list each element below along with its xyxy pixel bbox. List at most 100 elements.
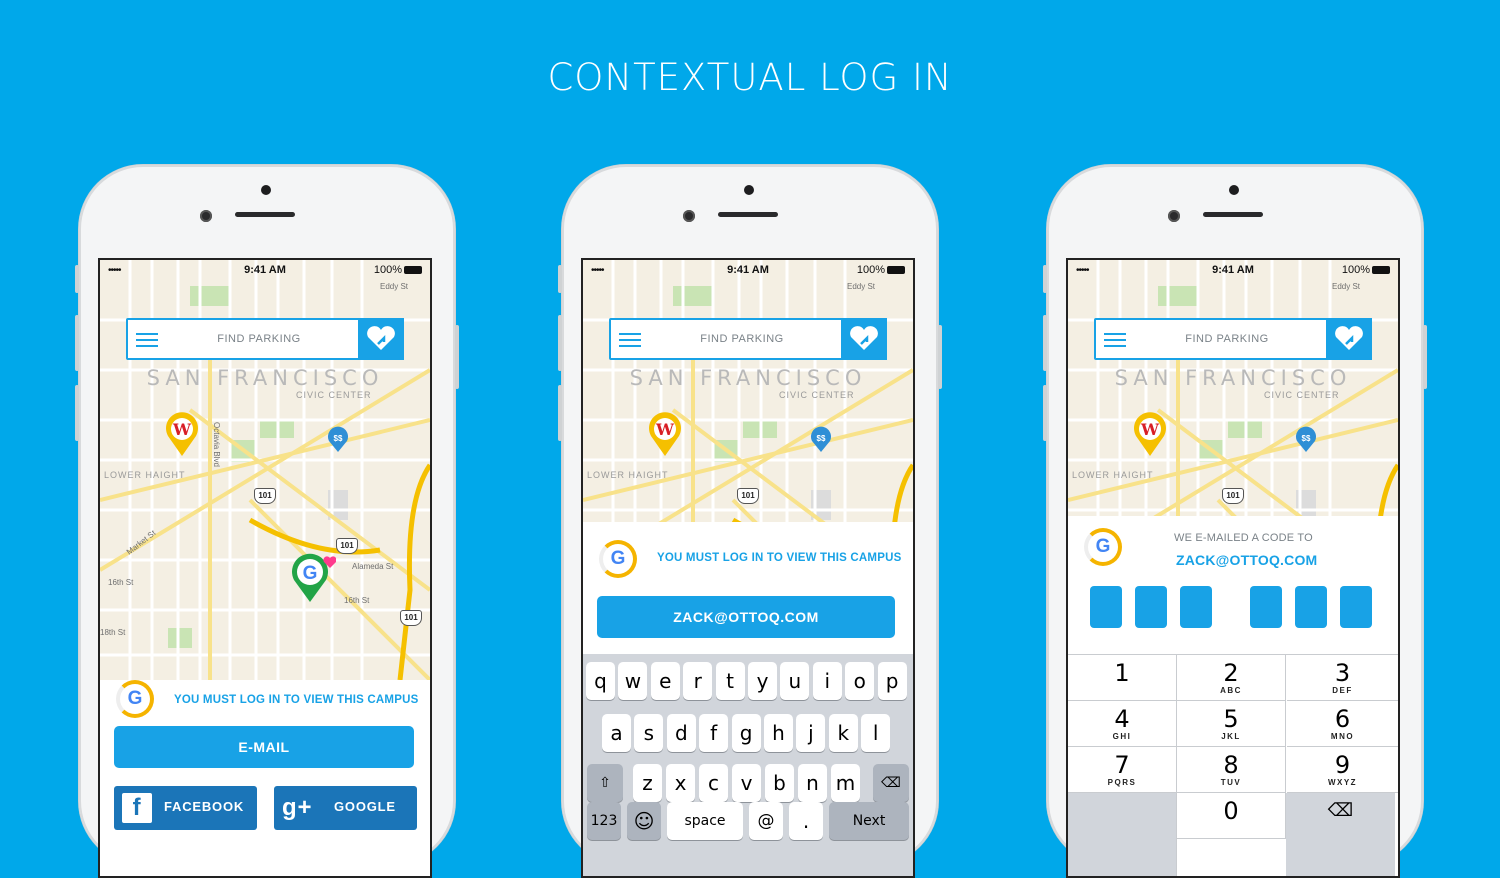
login-message: YOU MUST LOG IN TO VIEW THIS CAMPUS <box>657 552 902 564</box>
numpad-letters: WXYZ <box>1327 778 1358 787</box>
favorites-heart-button[interactable] <box>1326 318 1372 360</box>
google-plus-button[interactable]: g+ GOOGLE <box>274 786 417 830</box>
earpiece-speaker <box>1203 212 1263 217</box>
key-k[interactable]: k <box>828 714 858 752</box>
numbers-key[interactable]: 123 <box>587 802 621 840</box>
map[interactable] <box>583 260 913 522</box>
code-digit-box[interactable] <box>1090 586 1122 628</box>
numpad-letters: PQRS <box>1107 778 1137 787</box>
key-x[interactable]: x <box>666 764 695 802</box>
street-label: Octavia Blvd <box>211 422 221 467</box>
map-streets <box>583 260 913 522</box>
google-marker-icon: G <box>292 553 337 602</box>
numpad-key-6[interactable]: 6 MNO <box>1287 701 1398 747</box>
email-button[interactable]: E-MAIL <box>114 726 414 768</box>
favorites-heart-button[interactable] <box>841 318 887 360</box>
dollar-parking-marker[interactable]: $$ <box>326 426 350 459</box>
find-parking-bar[interactable]: FIND PARKING <box>1094 318 1372 360</box>
shift-key[interactable]: ⇧ <box>587 764 623 802</box>
numpad-key-1[interactable]: 1 <box>1068 655 1177 701</box>
numpad-key-5[interactable]: 5 JKL <box>1177 701 1286 747</box>
hamburger-menu-icon[interactable] <box>1104 330 1126 348</box>
numpad-key-9[interactable]: 9 WXYZ <box>1287 747 1398 793</box>
dollar-parking-marker[interactable]: $$ <box>1294 426 1318 459</box>
key-w[interactable]: w <box>618 662 648 700</box>
favorites-heart-button[interactable] <box>358 318 404 360</box>
numpad-key-7[interactable]: 7 PQRS <box>1068 747 1177 793</box>
key-n[interactable]: n <box>798 764 827 802</box>
key-z[interactable]: z <box>633 764 662 802</box>
hamburger-menu-icon[interactable] <box>619 330 641 348</box>
keyboard: qwertyuiop asdfghjkl zxcvbnm ⇧ ⌫ 123 ☺ s… <box>583 654 913 876</box>
numpad-key-0[interactable]: 0 <box>1177 793 1286 839</box>
backspace-key[interactable]: ⌫ <box>873 764 909 802</box>
key-u[interactable]: u <box>780 662 810 700</box>
w-parking-marker[interactable]: W <box>1130 410 1170 463</box>
svg-text:G: G <box>303 563 318 584</box>
numpad-key-3[interactable]: 3 DEF <box>1287 655 1398 701</box>
map-city-label: SAN FRANCISCO <box>629 366 867 390</box>
key-f[interactable]: f <box>699 714 729 752</box>
find-parking-bar[interactable]: FIND PARKING <box>126 318 404 360</box>
facebook-icon: f <box>122 793 152 823</box>
street-label: 18th St <box>100 628 126 637</box>
key-d[interactable]: d <box>666 714 696 752</box>
status-bar: ••••• 9:41 AM 100% <box>100 264 430 278</box>
code-input-group[interactable] <box>1068 586 1398 630</box>
numpad-key-8[interactable]: 8 TUV <box>1177 747 1286 793</box>
highway-101-sign: 101 <box>336 538 358 554</box>
numpad-letters: MNO <box>1330 732 1355 741</box>
key-o[interactable]: o <box>845 662 875 700</box>
code-digit-box[interactable] <box>1135 586 1167 628</box>
key-g[interactable]: g <box>731 714 761 752</box>
key-c[interactable]: c <box>699 764 728 802</box>
google-logo-icon: G <box>599 540 637 578</box>
code-digit-box[interactable] <box>1340 586 1372 628</box>
space-key[interactable]: space <box>667 802 743 840</box>
lower-haight-label: LOWER HAIGHT <box>1072 470 1154 480</box>
front-camera <box>683 210 695 222</box>
w-parking-marker[interactable]: W <box>162 410 202 463</box>
key-s[interactable]: s <box>634 714 664 752</box>
volume-up-button <box>558 315 562 371</box>
numpad-key-4[interactable]: 4 GHI <box>1068 701 1177 747</box>
at-key[interactable]: @ <box>749 802 783 840</box>
key-v[interactable]: v <box>732 764 761 802</box>
code-digit-box[interactable] <box>1295 586 1327 628</box>
find-parking-bar[interactable]: FIND PARKING <box>609 318 887 360</box>
numpad-key-2[interactable]: 2 ABC <box>1177 655 1286 701</box>
key-l[interactable]: l <box>861 714 891 752</box>
phone-2: ••••• 9:41 AM 100% Eddy St FIND PARKING … <box>558 165 942 878</box>
volume-down-button <box>558 385 562 441</box>
facebook-button[interactable]: f FACEBOOK <box>114 786 257 830</box>
key-i[interactable]: i <box>812 662 842 700</box>
facebook-button-label: FACEBOOK <box>164 799 245 814</box>
key-j[interactable]: j <box>796 714 826 752</box>
dot-key[interactable]: . <box>789 802 823 840</box>
code-digit-box[interactable] <box>1250 586 1282 628</box>
key-y[interactable]: y <box>748 662 777 700</box>
map[interactable] <box>1068 260 1398 522</box>
google-campus-marker[interactable]: G <box>288 552 337 609</box>
email-input-button[interactable]: ZACK@OTTOQ.COM <box>597 596 895 638</box>
power-button <box>455 325 459 389</box>
login-panel: G YOU MUST LOG IN TO VIEW THIS CAMPUS ZA… <box>583 522 913 654</box>
delete-key[interactable]: ⌫ <box>1286 793 1395 876</box>
key-h[interactable]: h <box>764 714 793 752</box>
hamburger-menu-icon[interactable] <box>136 330 158 348</box>
numpad-digit: 1 <box>1114 659 1130 687</box>
w-marker-icon: W <box>1134 412 1166 456</box>
key-m[interactable]: m <box>831 764 860 802</box>
next-key[interactable]: Next <box>829 802 909 840</box>
w-parking-marker[interactable]: W <box>645 410 685 463</box>
dollar-parking-marker[interactable]: $$ <box>809 426 833 459</box>
key-q[interactable]: q <box>586 662 615 700</box>
key-a[interactable]: a <box>602 714 631 752</box>
emoji-key[interactable]: ☺ <box>627 802 661 840</box>
key-t[interactable]: t <box>715 662 745 700</box>
key-p[interactable]: p <box>877 662 907 700</box>
key-b[interactable]: b <box>765 764 794 802</box>
key-r[interactable]: r <box>683 662 713 700</box>
code-digit-box[interactable] <box>1180 586 1212 628</box>
key-e[interactable]: e <box>650 662 680 700</box>
